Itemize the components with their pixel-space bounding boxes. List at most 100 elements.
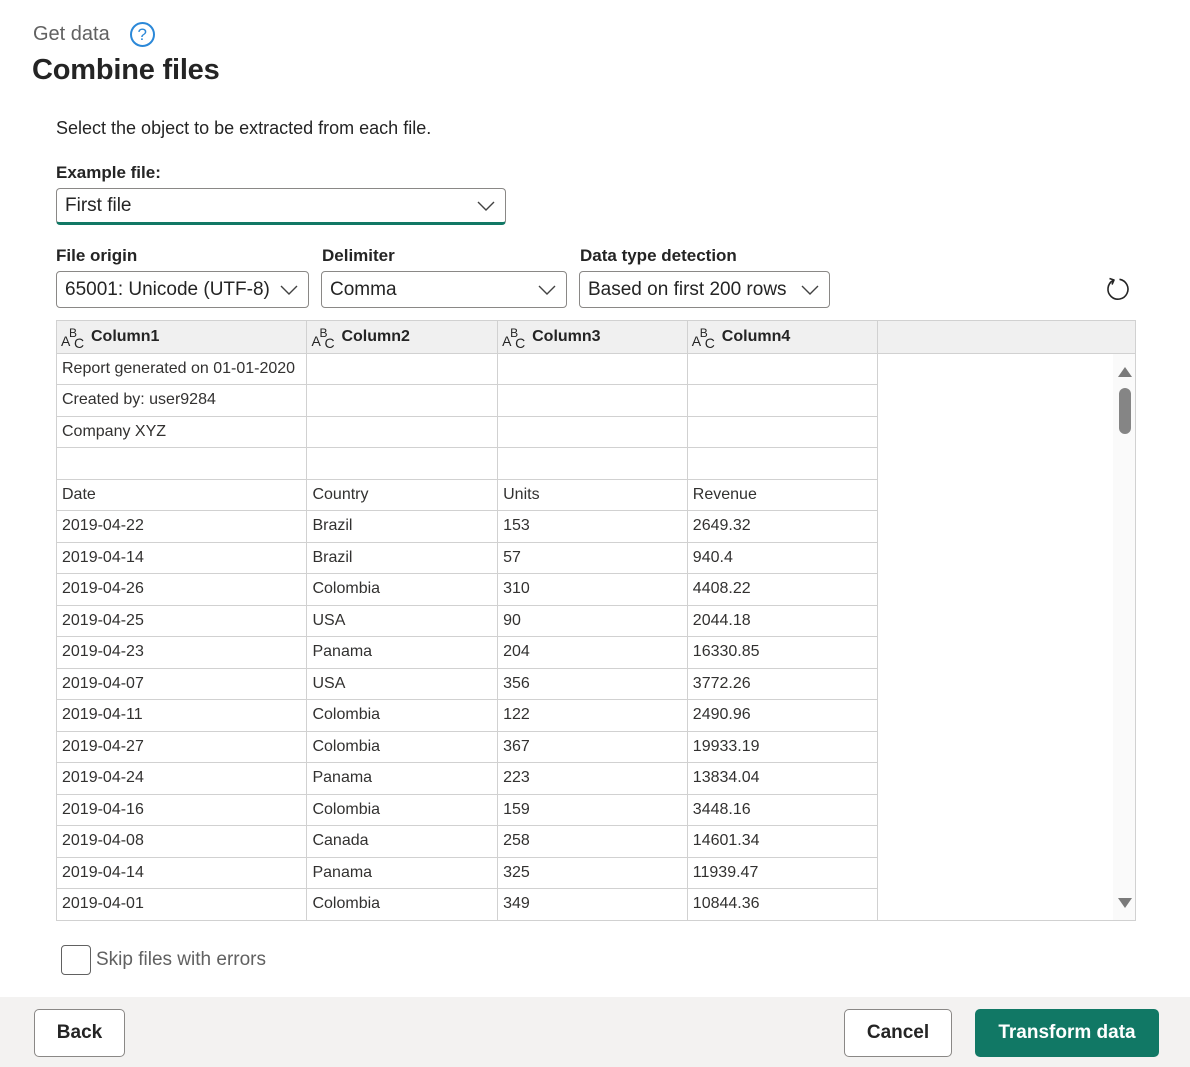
table-cell[interactable]: 3448.16	[687, 794, 879, 826]
text-type-icon[interactable]: ABC	[311, 326, 337, 351]
table-cell[interactable]: 2019-04-01	[57, 888, 308, 920]
back-button[interactable]: Back	[34, 1009, 125, 1057]
table-cell[interactable]: 14601.34	[687, 825, 879, 858]
table-cell[interactable]: 3772.26	[687, 668, 879, 700]
table-cell[interactable]: Colombia	[306, 573, 499, 606]
table-cell[interactable]	[687, 416, 879, 448]
table-cell[interactable]: 2019-04-07	[57, 668, 308, 700]
delimiter-dropdown[interactable]: Comma	[321, 271, 567, 308]
table-cell[interactable]: 367	[497, 731, 688, 763]
table-cell[interactable]: 2019-04-25	[57, 605, 308, 637]
table-cell[interactable]: 57	[497, 542, 688, 574]
cancel-button[interactable]: Cancel	[844, 1009, 952, 1057]
table-cell[interactable]	[307, 920, 498, 921]
refresh-icon[interactable]	[1103, 275, 1131, 303]
skip-files-checkbox[interactable]	[61, 945, 91, 975]
table-cell[interactable]: Colombia	[306, 794, 499, 826]
table-cell[interactable]: 122	[497, 699, 688, 732]
column-header-2[interactable]: A B C Column2	[306, 321, 499, 354]
table-cell[interactable]: Units	[497, 479, 688, 511]
table-row: 2019-04-07 USA 356 3772.26	[57, 668, 1135, 700]
scroll-thumb[interactable]	[1119, 388, 1131, 434]
table-cell[interactable]: USA	[306, 668, 499, 700]
table-cell[interactable]: 2019-04-11	[57, 699, 308, 732]
help-icon[interactable]: ?	[129, 22, 155, 47]
table-cell[interactable]: 11939.47	[687, 857, 879, 889]
table-cell[interactable]: 4408.22	[687, 573, 879, 606]
table-cell[interactable]	[497, 447, 688, 480]
table-cell[interactable]: 13834.04	[687, 762, 879, 795]
table-cell[interactable]: Canada	[306, 825, 499, 858]
transform-data-button[interactable]: Transform data	[975, 1009, 1159, 1057]
table-cell[interactable]	[687, 920, 878, 921]
data-type-detection-dropdown[interactable]: Based on first 200 rows	[579, 271, 830, 308]
table-cell[interactable]: 349	[497, 888, 688, 920]
table-cell[interactable]: 2019-04-22	[57, 510, 308, 543]
table-cell[interactable]: 90	[497, 605, 688, 637]
table-cell[interactable]: 940.4	[687, 542, 879, 574]
column-header-4[interactable]: A B C Column4	[687, 321, 879, 354]
table-cell[interactable]	[687, 353, 879, 385]
table-cell[interactable]: Revenue	[687, 479, 879, 511]
column-header-3[interactable]: A B C Column3	[497, 321, 688, 354]
table-cell[interactable]	[306, 447, 499, 480]
scroll-up-arrow-icon[interactable]	[1118, 367, 1132, 377]
table-cell[interactable]: 2649.32	[687, 510, 879, 543]
table-cell[interactable]: 2019-04-16	[57, 794, 308, 826]
table-cell[interactable]	[497, 353, 688, 385]
table-cell[interactable]: 2019-04-24	[57, 762, 308, 795]
table-cell[interactable]: 2019-04-23	[57, 636, 308, 669]
table-cell[interactable]	[687, 384, 879, 417]
table-cell[interactable]	[306, 416, 499, 448]
table-cell[interactable]: Date	[57, 479, 308, 511]
table-cell[interactable]	[57, 447, 308, 480]
table-cell[interactable]	[498, 920, 688, 921]
table-cell[interactable]: Brazil	[306, 510, 499, 543]
text-type-icon[interactable]: ABC	[61, 326, 87, 351]
table-cell[interactable]: 356	[497, 668, 688, 700]
column-header-1[interactable]: A B C Column1	[57, 321, 308, 354]
table-cell[interactable]	[687, 447, 879, 480]
table-cell[interactable]	[497, 416, 688, 448]
table-cell[interactable]	[306, 353, 499, 385]
table-cell[interactable]: Panama	[306, 857, 499, 889]
table-cell[interactable]: Report generated on 01-01-2020	[57, 353, 308, 385]
table-cell[interactable]: 325	[497, 857, 688, 889]
table-cell[interactable]: 159	[497, 794, 688, 826]
table-cell[interactable]: 223	[497, 762, 688, 795]
table-cell[interactable]: 204	[497, 636, 688, 669]
table-cell[interactable]: 2019-04-14	[57, 542, 308, 574]
table-cell[interactable]: Brazil	[306, 542, 499, 574]
table-cell[interactable]: 2019-04-26	[57, 573, 308, 606]
table-cell[interactable]: Panama	[306, 762, 499, 795]
file-origin-dropdown[interactable]: 65001: Unicode (UTF-8)	[56, 271, 309, 308]
table-cell[interactable]: Country	[306, 479, 499, 511]
table-cell[interactable]: 2019-04-27	[57, 731, 308, 763]
table-cell[interactable]: 2019-04-08	[57, 825, 308, 858]
table-cell[interactable]	[306, 384, 499, 417]
table-cell[interactable]: 2490.96	[687, 699, 879, 732]
table-cell[interactable]: Panama	[306, 636, 499, 669]
table-cell[interactable]: Colombia	[306, 888, 499, 920]
table-cell[interactable]: 2044.18	[687, 605, 879, 637]
table-cell[interactable]: 153	[497, 510, 688, 543]
table-cell[interactable]: 310	[497, 573, 688, 606]
table-cell[interactable]: Colombia	[306, 699, 499, 732]
text-type-icon[interactable]: ABC	[502, 326, 528, 351]
table-cell[interactable]: 19933.19	[687, 731, 879, 763]
table-cell[interactable]	[497, 384, 688, 417]
table-cell[interactable]: 16330.85	[687, 636, 879, 669]
table-cell[interactable]: Created by: user9284	[57, 384, 308, 417]
text-type-icon[interactable]: ABC	[692, 326, 718, 351]
table-cell[interactable]: 258	[497, 825, 688, 858]
table-cell[interactable]	[57, 920, 307, 921]
table-cell[interactable]: USA	[306, 605, 499, 637]
example-file-dropdown[interactable]: First file	[56, 188, 506, 225]
skip-files-with-errors-option[interactable]: Skip files with errors	[61, 945, 266, 975]
table-cell[interactable]: Company XYZ	[57, 416, 308, 448]
vertical-scrollbar[interactable]	[1113, 354, 1135, 920]
table-cell[interactable]: 2019-04-14	[57, 857, 308, 889]
table-cell[interactable]: Colombia	[306, 731, 499, 763]
scroll-down-arrow-icon[interactable]	[1118, 898, 1132, 908]
table-cell[interactable]: 10844.36	[687, 888, 879, 920]
